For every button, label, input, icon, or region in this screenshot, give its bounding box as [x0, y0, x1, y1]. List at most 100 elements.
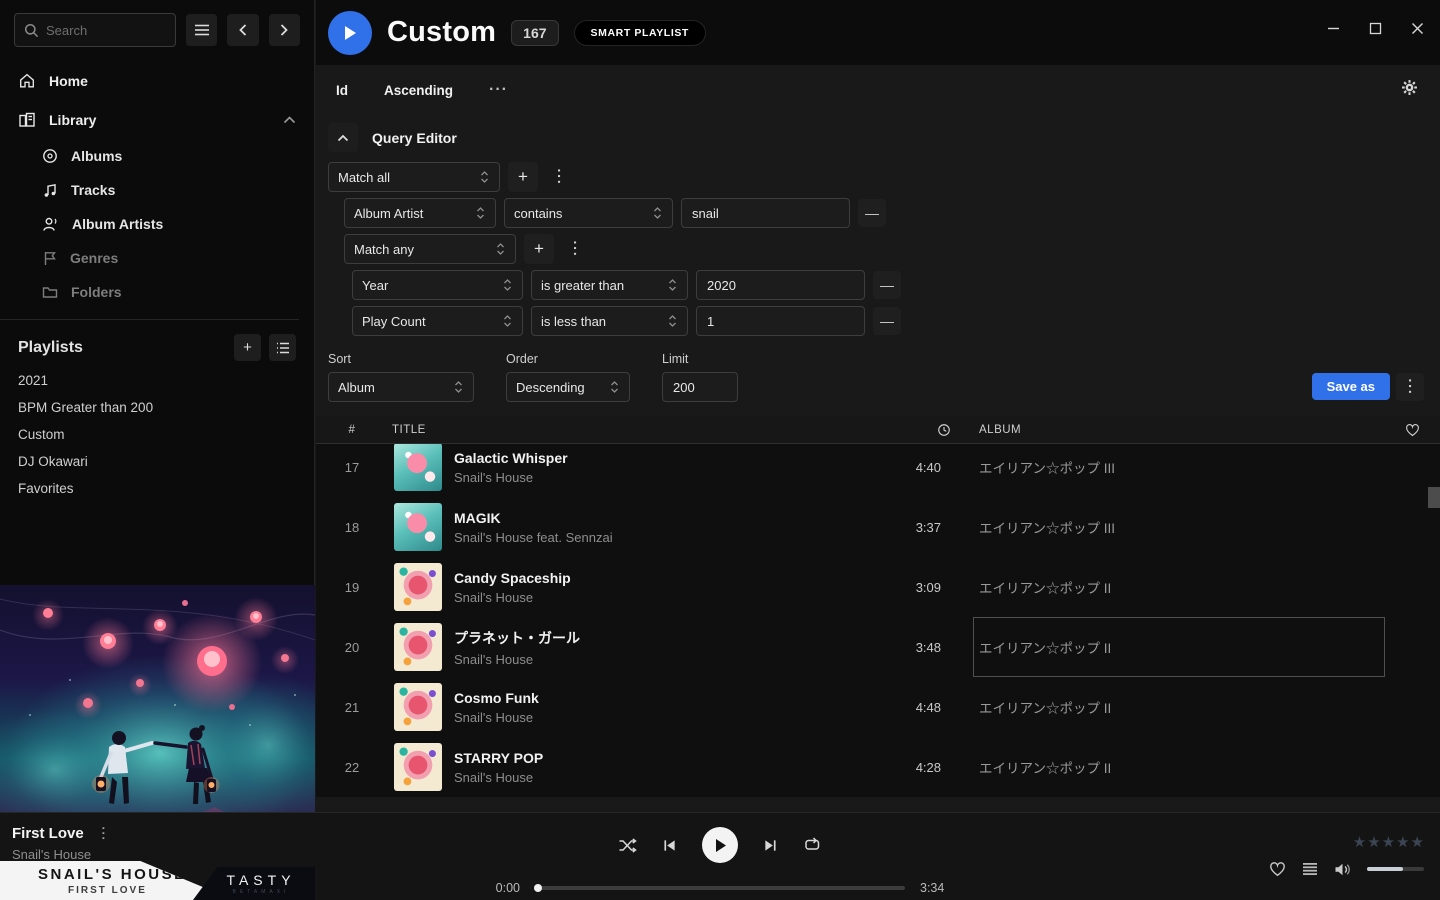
table-row[interactable]: 19 Candy Spaceship Snail's House 3:09 エイ… — [316, 557, 1440, 617]
playlist-item-dj-okawari[interactable]: DJ Okawari — [0, 448, 314, 475]
sidebar-item-folders[interactable]: Folders — [0, 275, 314, 309]
column-number[interactable]: # — [316, 424, 388, 436]
remove-rule-button[interactable]: — — [873, 307, 901, 335]
track-title[interactable]: Candy Spaceship — [454, 570, 889, 586]
playlist-item-2021[interactable]: 2021 — [0, 367, 314, 394]
sidebar-item-library[interactable]: Library — [0, 100, 314, 139]
seek-handle[interactable] — [534, 884, 542, 892]
minimize-button[interactable] — [1327, 22, 1340, 35]
more-options-button[interactable]: ··· — [489, 81, 508, 99]
sort-select[interactable]: Album — [328, 372, 474, 402]
seek-bar[interactable] — [535, 886, 905, 890]
rule-operator-select[interactable]: contains — [504, 198, 673, 228]
scrollbar-thumb[interactable] — [1428, 487, 1440, 508]
limit-input[interactable] — [662, 372, 738, 402]
back-button[interactable] — [227, 14, 258, 46]
save-as-button[interactable]: Save as — [1312, 373, 1390, 400]
playlist-item-custom[interactable]: Custom — [0, 421, 314, 448]
rule-value-input[interactable] — [696, 270, 865, 300]
table-row[interactable]: 22 STARRY POP Snail's House 4:28 エイリアン☆ポ… — [316, 737, 1440, 797]
remove-rule-button[interactable]: — — [873, 271, 901, 299]
rule-value-input[interactable] — [681, 198, 850, 228]
rating-stars[interactable]: ★ ★ ★ ★ ★ — [1353, 833, 1424, 851]
star-icon[interactable]: ★ — [1411, 833, 1424, 851]
playlist-item-favorites[interactable]: Favorites — [0, 475, 314, 502]
track-title[interactable]: STARRY POP — [454, 750, 889, 766]
column-duration[interactable] — [889, 423, 959, 437]
rule-operator-select[interactable]: is greater than — [531, 270, 688, 300]
sidebar-item-albums[interactable]: Albums — [0, 139, 314, 173]
chevron-up-icon[interactable] — [283, 116, 296, 124]
track-title[interactable]: プラネット・ガール — [454, 628, 889, 648]
sort-order-button[interactable]: Ascending — [384, 83, 453, 98]
now-playing-menu-button[interactable]: ··· — [96, 826, 110, 841]
rule-field-select[interactable]: Year — [352, 270, 523, 300]
maximize-button[interactable] — [1369, 22, 1382, 35]
table-row[interactable]: 17 Galactic Whisper Snail's House 4:40 エ… — [316, 444, 1440, 497]
queue-button[interactable] — [1302, 862, 1318, 876]
track-album[interactable]: エイリアン☆ポップ II — [973, 557, 1385, 617]
rule-group-menu-button[interactable]: ··· — [562, 234, 588, 264]
track-album[interactable]: エイリアン☆ポップ II — [973, 737, 1385, 797]
track-artist[interactable]: Snail's House — [454, 770, 889, 785]
track-album[interactable]: エイリアン☆ポップ II — [973, 677, 1385, 737]
now-playing-title[interactable]: First Love — [12, 825, 84, 842]
track-title[interactable]: Cosmo Funk — [454, 690, 889, 706]
volume-mute-button[interactable] — [1334, 862, 1351, 877]
volume-slider[interactable] — [1367, 867, 1424, 871]
rule-operator-select[interactable]: is less than — [531, 306, 688, 336]
close-button[interactable] — [1411, 22, 1424, 35]
rule-field-select[interactable]: Play Count — [352, 306, 523, 336]
column-favorite[interactable] — [1385, 423, 1440, 437]
star-icon[interactable]: ★ — [1396, 833, 1409, 851]
rule-value-input[interactable] — [696, 306, 865, 336]
star-icon[interactable]: ★ — [1382, 833, 1395, 851]
star-icon[interactable]: ★ — [1367, 833, 1380, 851]
track-title[interactable]: MAGIK — [454, 510, 889, 526]
track-artist[interactable]: Snail's House — [454, 470, 889, 485]
next-track-button[interactable] — [763, 838, 778, 853]
rule-group-menu-button[interactable]: ··· — [546, 162, 572, 192]
track-artist[interactable]: Snail's House — [454, 710, 889, 725]
previous-track-button[interactable] — [662, 838, 677, 853]
track-artist[interactable]: Snail's House — [454, 652, 889, 667]
manage-playlists-button[interactable] — [269, 334, 296, 361]
repeat-button[interactable] — [803, 837, 822, 853]
settings-gear-icon[interactable] — [1401, 79, 1418, 96]
add-playlist-button[interactable]: + — [234, 334, 261, 361]
add-rule-button[interactable]: + — [508, 162, 538, 192]
match-all-select[interactable]: Match all — [328, 162, 500, 192]
track-artist[interactable]: Snail's House feat. Sennzai — [454, 530, 889, 545]
track-album[interactable]: エイリアン☆ポップ III — [973, 444, 1385, 497]
add-rule-button[interactable]: + — [524, 234, 554, 264]
table-row[interactable]: 18 MAGIK Snail's House feat. Sennzai 3:3… — [316, 497, 1440, 557]
sort-field-button[interactable]: Id — [336, 83, 348, 98]
shuffle-button[interactable] — [618, 838, 637, 853]
remove-rule-button[interactable]: — — [858, 199, 886, 227]
match-any-select[interactable]: Match any — [344, 234, 516, 264]
playlist-item-bpm[interactable]: BPM Greater than 200 — [0, 394, 314, 421]
track-title[interactable]: Galactic Whisper — [454, 450, 889, 466]
column-album[interactable]: ALBUM — [973, 424, 1385, 436]
table-row[interactable]: 21 Cosmo Funk Snail's House 4:48 エイリアン☆ポ… — [316, 677, 1440, 737]
rule-field-select[interactable]: Album Artist — [344, 198, 496, 228]
forward-button[interactable] — [269, 14, 300, 46]
search-input[interactable] — [46, 23, 156, 38]
track-artist[interactable]: Snail's House — [454, 590, 889, 605]
star-icon[interactable]: ★ — [1353, 833, 1366, 851]
play-playlist-button[interactable] — [328, 11, 372, 55]
sidebar-item-genres[interactable]: Genres — [0, 241, 314, 275]
favorite-button[interactable] — [1269, 861, 1286, 877]
track-album[interactable]: エイリアン☆ポップ III — [973, 497, 1385, 557]
play-pause-button[interactable] — [702, 827, 738, 863]
sidebar-item-tracks[interactable]: Tracks — [0, 173, 314, 207]
order-select[interactable]: Descending — [506, 372, 630, 402]
search-box[interactable] — [14, 13, 176, 47]
column-title[interactable]: TITLE — [388, 424, 889, 436]
now-playing-artist[interactable]: Snail's House — [12, 847, 111, 862]
save-menu-button[interactable]: ··· — [1396, 373, 1424, 401]
sidebar-item-album-artists[interactable]: Album Artists — [0, 207, 314, 241]
track-album-focused-cell[interactable]: エイリアン☆ポップ II — [973, 617, 1385, 677]
sidebar-item-home[interactable]: Home — [0, 61, 314, 100]
collapse-query-editor-button[interactable] — [328, 123, 358, 152]
